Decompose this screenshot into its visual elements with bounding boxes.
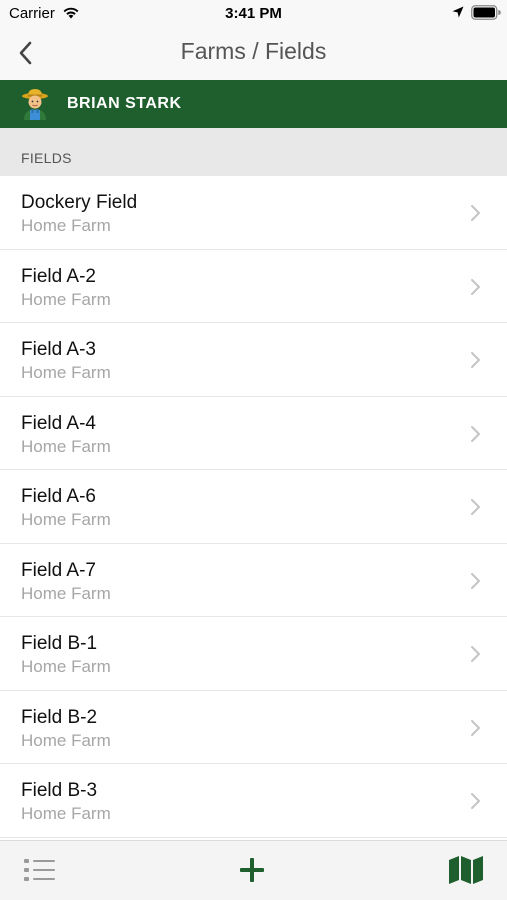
chevron-right-icon <box>471 572 480 589</box>
field-name: Field A-6 <box>21 486 96 507</box>
field-name: Field B-2 <box>21 706 98 728</box>
chevron-right-icon <box>471 278 480 295</box>
section-header: FIELDS <box>0 128 507 176</box>
field-row[interactable]: Field B-1 Home Farm <box>0 617 507 691</box>
field-farm: Home Farm <box>21 216 111 235</box>
field-row[interactable]: Field A-2 Home Farm <box>0 249 507 323</box>
field-name: Dockery Field <box>21 192 138 213</box>
field-farm: Home Farm <box>21 657 111 676</box>
field-name: Field B-1 <box>21 633 98 654</box>
field-list: Dockery Field Home Farm Field A-2 Home F… <box>0 176 507 838</box>
section-label: FIELDS <box>21 150 72 166</box>
chevron-right-icon <box>471 499 480 515</box>
field-name: Field B-3 <box>21 780 98 801</box>
farmer-avatar-icon <box>22 89 48 120</box>
chevron-right-icon <box>471 425 480 442</box>
status-bar: Carrier 3:41 PM <box>0 0 507 28</box>
navigation-bar: Farms / Fields <box>0 28 507 80</box>
chevron-right-icon <box>471 793 480 809</box>
farmer-banner[interactable]: BRIAN STARK <box>0 80 507 128</box>
field-row[interactable]: Field A-4 Home Farm <box>0 396 507 470</box>
battery-icon <box>471 5 501 20</box>
map-icon[interactable] <box>448 855 484 885</box>
chevron-right-icon <box>471 205 480 221</box>
chevron-right-icon <box>471 646 480 662</box>
field-name: Field A-3 <box>21 339 96 360</box>
add-icon[interactable] <box>238 856 266 884</box>
field-farm: Home Farm <box>21 583 111 603</box>
field-row[interactable]: Field A-6 Home Farm <box>0 470 507 544</box>
bottom-toolbar <box>0 840 507 900</box>
field-farm: Home Farm <box>21 363 111 382</box>
list-icon[interactable] <box>24 857 56 883</box>
location-arrow-icon <box>452 6 464 18</box>
field-row[interactable]: Dockery Field Home Farm <box>0 176 507 250</box>
field-farm: Home Farm <box>21 730 111 750</box>
field-row[interactable]: Field A-7 Home Farm <box>0 543 507 617</box>
field-name: Field A-2 <box>21 265 96 287</box>
field-farm: Home Farm <box>21 804 111 823</box>
page-title: Farms / Fields <box>180 38 327 64</box>
chevron-right-icon <box>471 352 480 368</box>
clock: 3:41 PM <box>225 5 282 22</box>
field-farm: Home Farm <box>21 510 111 529</box>
field-row[interactable]: Field B-2 Home Farm <box>0 690 507 764</box>
field-name: Field A-4 <box>21 412 96 434</box>
field-farm: Home Farm <box>21 289 111 309</box>
field-name: Field A-7 <box>21 559 96 581</box>
field-row[interactable]: Field A-3 Home Farm <box>0 323 507 397</box>
field-row[interactable]: Field B-3 Home Farm <box>0 764 507 838</box>
chevron-right-icon <box>471 719 480 736</box>
farmer-name: BRIAN STARK <box>67 95 182 112</box>
field-farm: Home Farm <box>21 436 111 456</box>
